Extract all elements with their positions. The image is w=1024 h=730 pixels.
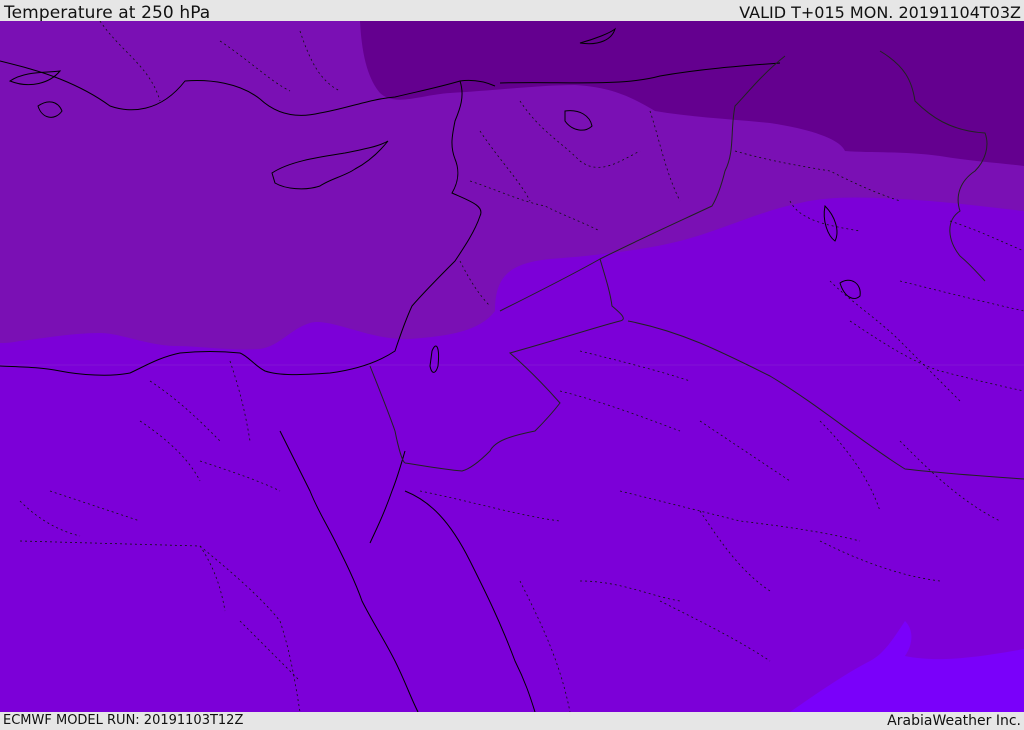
map-title: Temperature at 250 hPa	[4, 3, 211, 23]
model-run-label: ECMWF MODEL RUN: 20191103T12Z	[3, 713, 244, 728]
credit-label: ArabiaWeather Inc.	[887, 713, 1021, 729]
header-bar: Temperature at 250 hPa VALID T+015 MON. …	[0, 0, 1024, 23]
weather-map[interactable]	[0, 21, 1024, 712]
footer-bar: ECMWF MODEL RUN: 20191103T12Z ArabiaWeat…	[0, 712, 1024, 729]
map-canvas	[0, 21, 1024, 712]
valid-time-label: VALID T+015 MON. 20191104T03Z	[739, 3, 1021, 22]
